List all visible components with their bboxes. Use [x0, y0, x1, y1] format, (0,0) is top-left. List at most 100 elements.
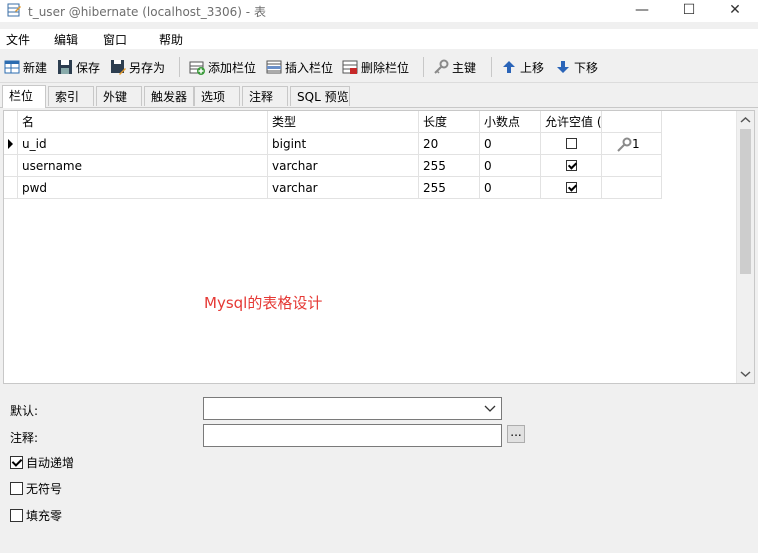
save-as-button[interactable]: 另存为: [110, 56, 165, 78]
insert-field-button[interactable]: 插入栏位: [266, 56, 333, 78]
cell-length[interactable]: 255: [419, 177, 480, 199]
arrow-up-icon: [503, 61, 515, 73]
toolbar-divider: [423, 57, 424, 77]
header-name[interactable]: 名: [18, 111, 268, 133]
tab-indexes[interactable]: 索引: [48, 86, 94, 106]
header-length[interactable]: 长度: [419, 111, 480, 133]
new-table-icon: [4, 60, 20, 74]
tab-sql-preview[interactable]: SQL 预览: [290, 86, 350, 106]
tab-comment[interactable]: 注释: [242, 86, 288, 106]
menu-help[interactable]: 帮助: [159, 31, 183, 48]
primary-key-button[interactable]: 主键: [433, 56, 476, 78]
scroll-thumb[interactable]: [740, 129, 751, 274]
unsigned-checkbox[interactable]: [10, 482, 23, 495]
fields-grid: 名 类型 长度 小数点 允许空值 ( u_id bigint 20 0 1 us…: [3, 110, 755, 384]
add-field-icon: [189, 61, 205, 75]
cell-nullable[interactable]: [541, 133, 602, 155]
delete-field-icon: [342, 60, 358, 74]
cell-decimals[interactable]: 0: [480, 133, 541, 155]
cell-key[interactable]: [602, 177, 662, 199]
tab-options[interactable]: 选项: [194, 86, 240, 106]
unsigned-label: 无符号: [26, 482, 63, 496]
delete-field-button[interactable]: 删除栏位: [342, 56, 409, 78]
save-as-icon: [111, 60, 126, 75]
annotation-text: Mysql的表格设计: [204, 294, 323, 312]
key-icon: [434, 59, 449, 74]
insert-field-icon: [266, 60, 282, 74]
cell-decimals[interactable]: 0: [480, 177, 541, 199]
minimize-button[interactable]: —: [619, 0, 665, 22]
move-up-button[interactable]: 上移: [501, 56, 544, 78]
move-up-label: 上移: [520, 60, 545, 75]
close-button[interactable]: ✕: [712, 0, 758, 22]
table-row[interactable]: pwd varchar 255 0: [4, 177, 662, 199]
scroll-up-icon[interactable]: [737, 113, 754, 127]
tab-fields[interactable]: 栏位: [2, 85, 46, 108]
move-down-button[interactable]: 下移: [555, 56, 598, 78]
comment-input[interactable]: [203, 424, 502, 447]
menu-file[interactable]: 文件: [6, 31, 30, 48]
header-type[interactable]: 类型: [268, 111, 419, 133]
cell-name[interactable]: pwd: [18, 177, 268, 199]
move-down-label: 下移: [574, 60, 599, 75]
unsigned-option[interactable]: 无符号: [10, 480, 62, 497]
cell-decimals[interactable]: 0: [480, 155, 541, 177]
chevron-down-icon: [484, 405, 496, 412]
nullable-checkbox[interactable]: [566, 182, 577, 193]
insert-field-label: 插入栏位: [285, 60, 334, 75]
toolbar: 新建 保存 另存为 添加栏位 插入栏位 删除栏位 主键 上移 下移: [0, 52, 758, 83]
tab-foreign-keys[interactable]: 外键: [96, 86, 142, 106]
row-indicator: [4, 177, 18, 199]
zerofill-checkbox[interactable]: [10, 509, 23, 522]
save-as-label: 另存为: [129, 60, 166, 75]
arrow-down-icon: [557, 61, 569, 73]
window-title: t_user @hibernate (localhost_3306) - 表: [28, 5, 266, 19]
cell-name[interactable]: username: [18, 155, 268, 177]
cell-type[interactable]: bigint: [268, 133, 419, 155]
cell-name[interactable]: u_id: [18, 133, 268, 155]
maximize-button[interactable]: ☐: [666, 0, 712, 22]
tab-triggers[interactable]: 触发器: [144, 86, 194, 106]
new-label: 新建: [23, 60, 48, 75]
toolbar-divider: [179, 57, 180, 77]
cell-length[interactable]: 20: [419, 133, 480, 155]
table-row[interactable]: u_id bigint 20 0 1: [4, 133, 662, 155]
cell-type[interactable]: varchar: [268, 155, 419, 177]
cell-key[interactable]: [602, 155, 662, 177]
row-indicator: [4, 133, 18, 155]
cell-type[interactable]: varchar: [268, 177, 419, 199]
add-field-button[interactable]: 添加栏位: [189, 56, 256, 78]
header-nullable[interactable]: 允许空值 (: [541, 111, 602, 133]
menu-window[interactable]: 窗口: [103, 31, 127, 48]
current-row-icon: [8, 139, 13, 149]
cell-length[interactable]: 255: [419, 155, 480, 177]
auto-increment-option[interactable]: 自动递增: [10, 454, 74, 471]
auto-increment-checkbox[interactable]: [10, 456, 23, 469]
cell-key[interactable]: 1: [602, 133, 662, 155]
new-button[interactable]: 新建: [4, 56, 47, 78]
row-indicator: [4, 111, 18, 133]
primary-key-label: 主键: [452, 60, 477, 75]
menu-edit[interactable]: 编辑: [54, 31, 78, 48]
nullable-checkbox[interactable]: [566, 138, 577, 149]
default-select[interactable]: [203, 397, 502, 420]
comment-expand-button[interactable]: ...: [507, 425, 525, 443]
zerofill-option[interactable]: 填充零: [10, 507, 62, 524]
comment-label: 注释:: [10, 431, 39, 445]
vertical-scrollbar[interactable]: [736, 111, 754, 383]
scroll-down-icon[interactable]: [737, 367, 754, 381]
row-indicator: [4, 155, 18, 177]
key-icon: [617, 137, 632, 152]
save-label: 保存: [76, 60, 101, 75]
header-decimals[interactable]: 小数点: [480, 111, 541, 133]
cell-nullable[interactable]: [541, 177, 602, 199]
delete-field-label: 删除栏位: [361, 60, 410, 75]
toolbar-divider: [491, 57, 492, 77]
zerofill-label: 填充零: [26, 509, 63, 523]
key-order: 1: [632, 137, 640, 151]
save-button[interactable]: 保存: [57, 56, 100, 78]
nullable-checkbox[interactable]: [566, 160, 577, 171]
cell-nullable[interactable]: [541, 155, 602, 177]
add-field-label: 添加栏位: [208, 60, 257, 75]
table-row[interactable]: username varchar 255 0: [4, 155, 662, 177]
